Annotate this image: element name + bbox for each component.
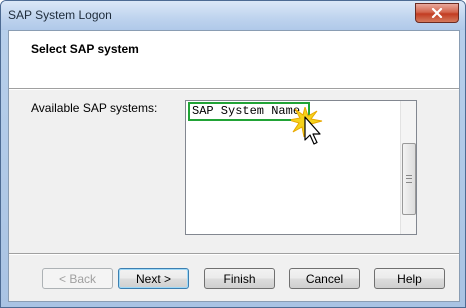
header-divider <box>9 88 459 90</box>
scroll-thumb[interactable] <box>402 143 416 215</box>
back-button[interactable]: < Back <box>42 268 113 289</box>
finish-button[interactable]: Finish <box>204 268 275 289</box>
page-title: Select SAP system <box>31 42 139 56</box>
mouse-pointer-icon <box>288 105 331 156</box>
title-bar[interactable]: SAP System Logon <box>1 1 465 30</box>
dialog-client-area: Select SAP system Available SAP systems:… <box>8 30 460 302</box>
next-button[interactable]: Next > <box>118 268 189 289</box>
available-systems-label: Available SAP systems: <box>31 101 158 115</box>
grip-icon <box>406 175 412 183</box>
list-scrollbar[interactable] <box>400 101 416 234</box>
help-button[interactable]: Help <box>374 268 445 289</box>
sap-system-logon-window: SAP System Logon Select SAP system Avail… <box>0 0 466 308</box>
wizard-header: Select SAP system <box>9 31 459 88</box>
cancel-button[interactable]: Cancel <box>289 268 360 289</box>
window-title: SAP System Logon <box>8 8 112 22</box>
close-icon <box>431 8 443 18</box>
close-button[interactable] <box>415 3 459 23</box>
footer-divider <box>9 253 459 255</box>
